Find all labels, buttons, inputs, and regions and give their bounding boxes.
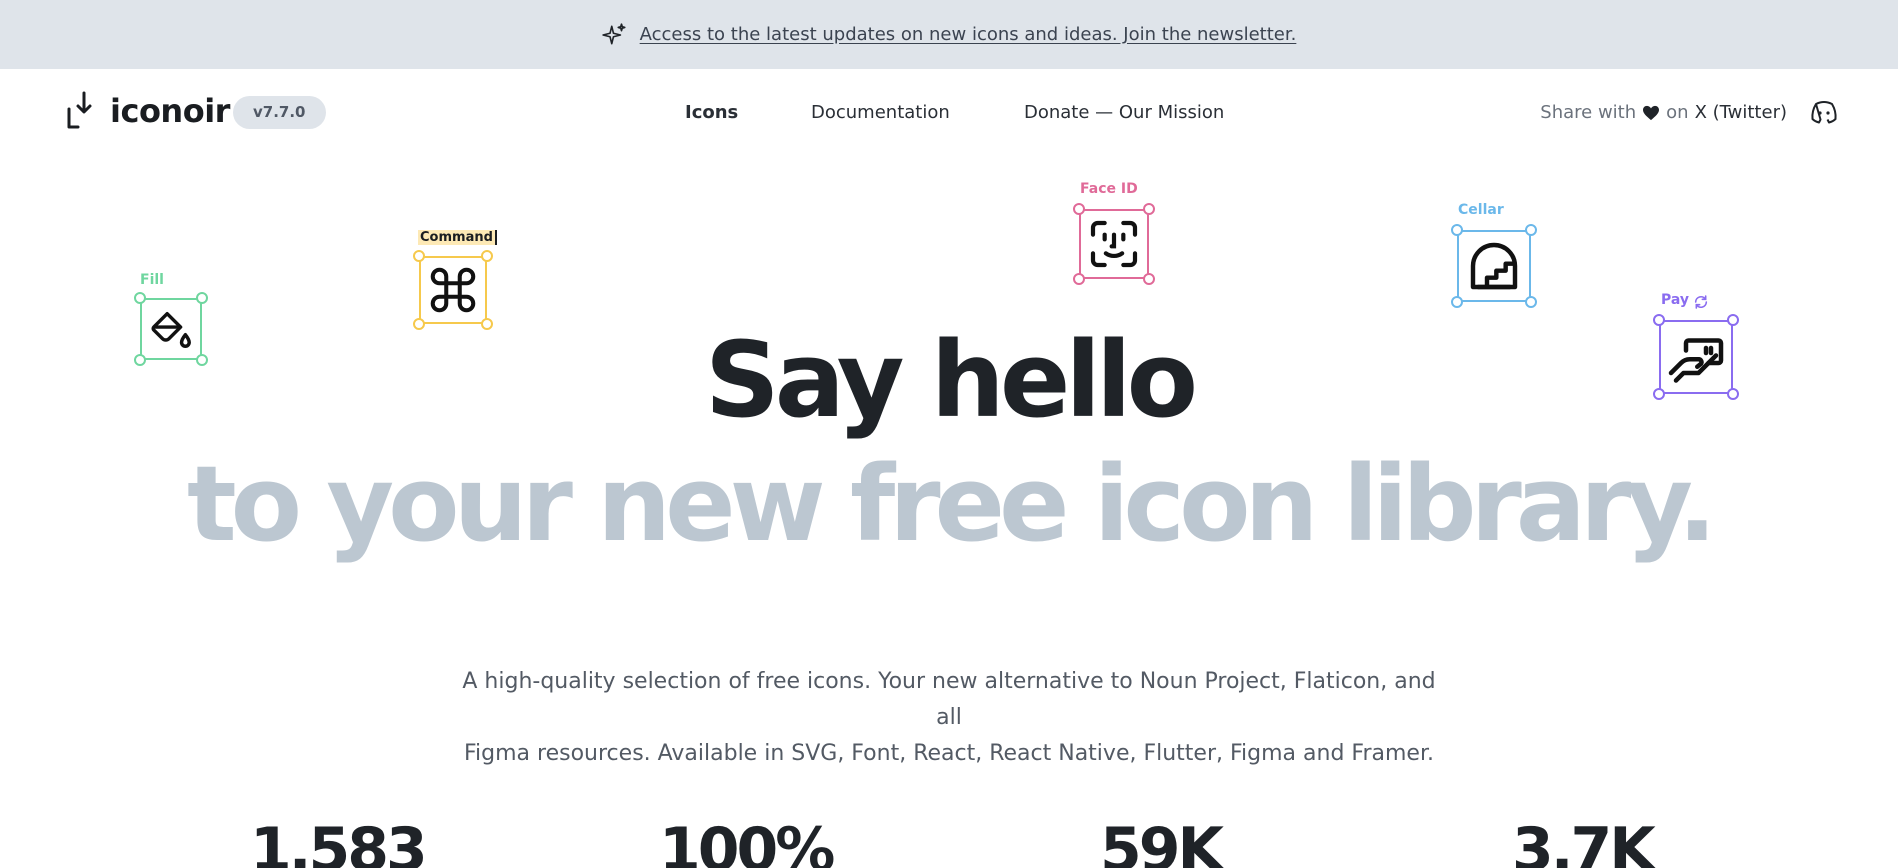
face-id-icon <box>1090 220 1138 268</box>
hero-title: Say hello <box>704 319 1198 441</box>
hero-description: A high-quality selection of free icons. … <box>449 664 1449 772</box>
nav-documentation[interactable]: Documentation <box>811 102 950 123</box>
stat-downloads: 59K <box>1100 815 1224 868</box>
command-icon <box>430 267 476 313</box>
floating-command[interactable]: Command <box>412 228 502 330</box>
sparks-icon <box>601 22 626 44</box>
share-on: on <box>1666 102 1689 123</box>
share-prefix: Share with <box>1540 102 1637 123</box>
nav-icons[interactable]: Icons <box>685 102 738 123</box>
logo-wordmark: iconoir <box>110 92 230 130</box>
cellar-icon <box>1470 242 1518 290</box>
hero-description-line-2: Figma resources. Available in SVG, Font,… <box>464 741 1434 766</box>
floating-face-id[interactable]: Face ID <box>1072 181 1162 291</box>
floating-cellar[interactable]: Cellar <box>1450 202 1540 312</box>
command-label: Command <box>418 230 497 245</box>
site-header: iconoir v7.7.0 Icons Documentation Donat… <box>0 69 1898 157</box>
fill-label: Fill <box>140 272 164 288</box>
share-link[interactable]: Share with on X (Twitter) <box>1540 102 1787 123</box>
version-badge[interactable]: v7.7.0 <box>233 96 326 129</box>
pay-label: Pay <box>1661 292 1690 308</box>
hero-subtitle: to your new free icon library. <box>186 443 1717 565</box>
face-id-label: Face ID <box>1080 181 1138 197</box>
hero-description-line-1: A high-quality selection of free icons. … <box>462 669 1436 730</box>
stat-free-percent: 100% <box>659 815 835 868</box>
stat-stars: 3.7K <box>1512 815 1656 868</box>
discord-icon[interactable] <box>1810 100 1838 126</box>
refresh-icon <box>1694 295 1708 309</box>
download-arrow-icon <box>67 91 92 129</box>
heart-icon <box>1643 105 1660 120</box>
newsletter-banner: Access to the latest updates on new icon… <box>0 0 1898 69</box>
cellar-label: Cellar <box>1458 202 1504 218</box>
logo[interactable]: iconoir <box>66 91 230 131</box>
share-x-twitter: X (Twitter) <box>1694 102 1787 123</box>
newsletter-link[interactable]: Access to the latest updates on new icon… <box>640 24 1297 45</box>
nav-donate[interactable]: Donate — Our Mission <box>1024 102 1224 123</box>
stat-icons-count: 1,583 <box>250 815 428 868</box>
